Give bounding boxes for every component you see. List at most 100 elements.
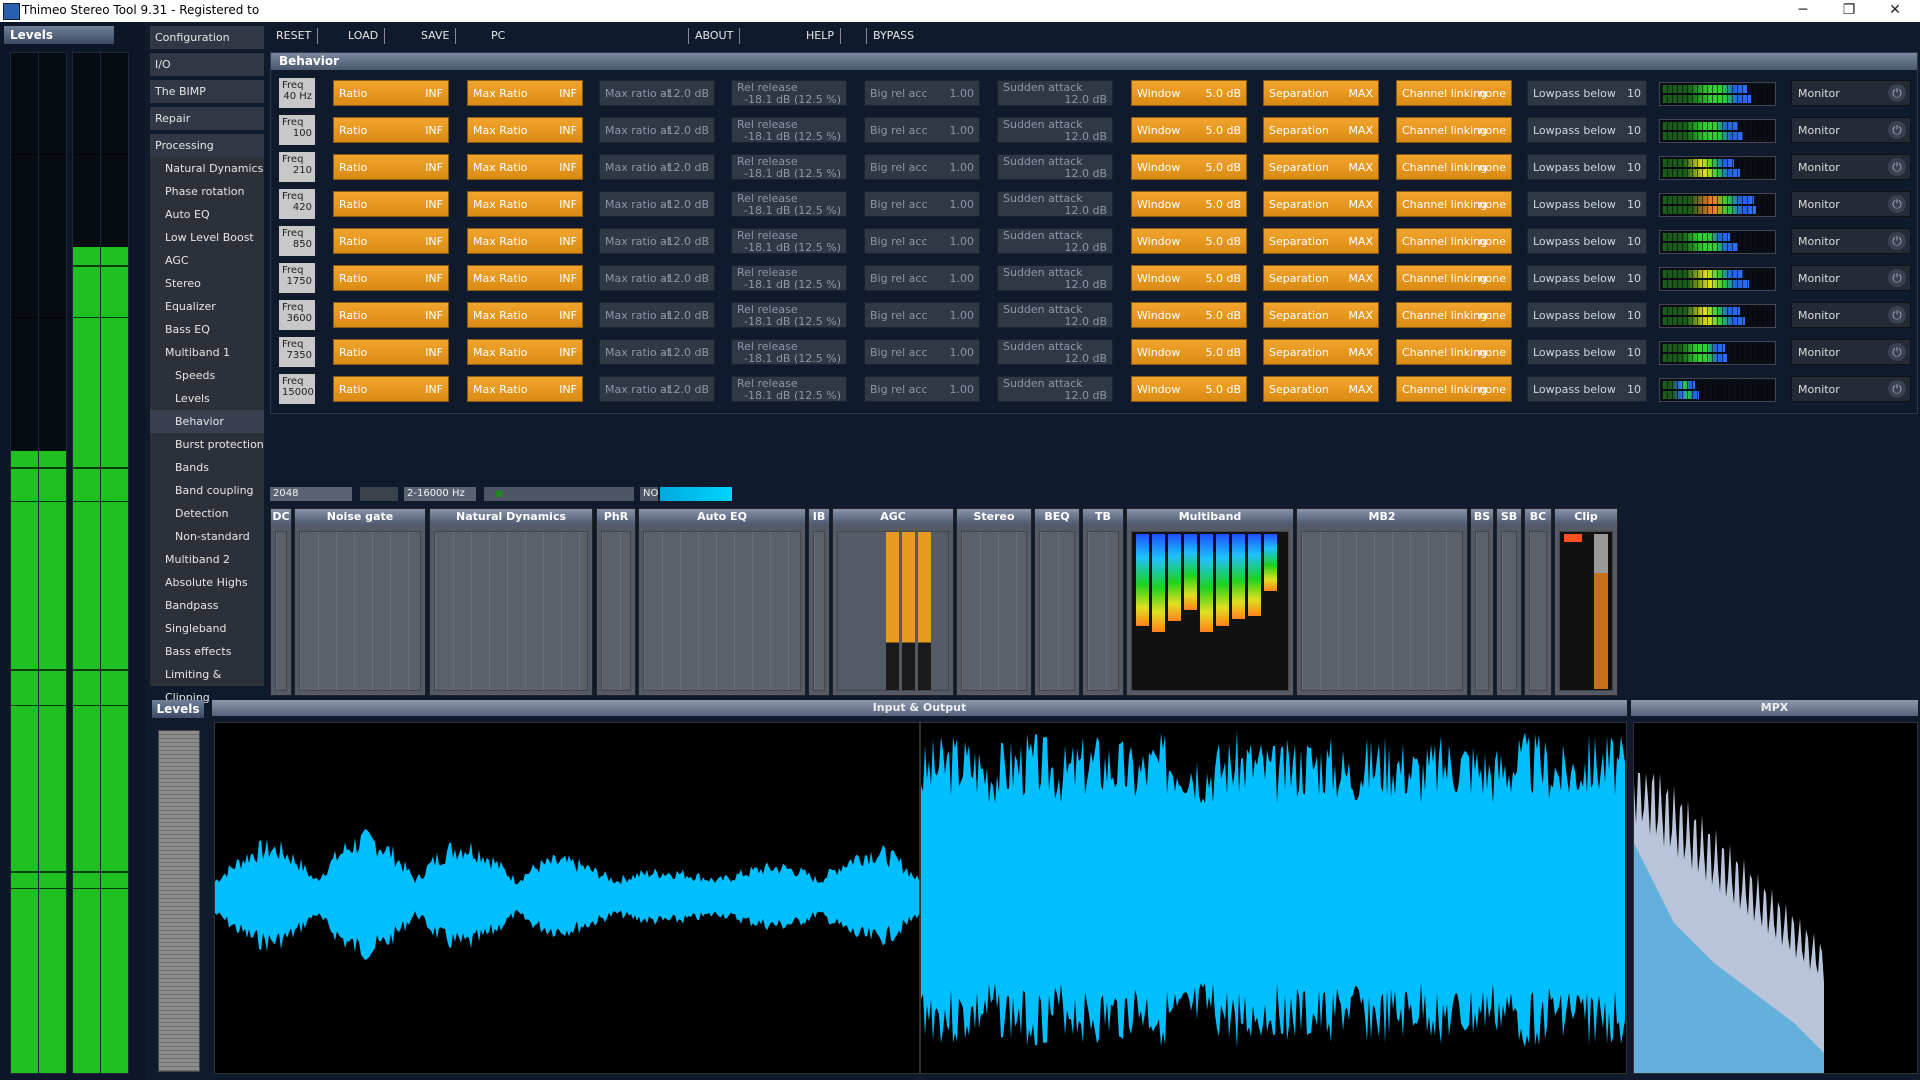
monitor-toggle[interactable]: Monitor ⏻ xyxy=(1791,339,1911,365)
separation-control[interactable]: Separation MAX xyxy=(1263,117,1379,143)
max-ratio-control[interactable]: Max Ratio INF xyxy=(467,80,583,106)
channel-linking-control[interactable]: Channel linking none xyxy=(1396,117,1512,143)
nav-item-bass-eq[interactable]: Bass EQ xyxy=(150,318,264,341)
nav-item-low-level-boost[interactable]: Low Level Boost xyxy=(150,226,264,249)
window-control[interactable]: Window 5.0 dB xyxy=(1131,80,1247,106)
power-icon[interactable]: ⏻ xyxy=(1888,121,1906,139)
nav-item-singleband[interactable]: Singleband xyxy=(150,617,264,640)
separation-control[interactable]: Separation MAX xyxy=(1263,80,1379,106)
max-ratio-control[interactable]: Max Ratio INF xyxy=(467,376,583,402)
max-ratio-at-control[interactable]: Max ratio at -12.0 dB xyxy=(599,117,715,143)
load-button[interactable]: LOAD xyxy=(342,28,386,44)
restore-button[interactable]: ❐ xyxy=(1826,0,1872,22)
reset-button[interactable]: RESET xyxy=(270,28,319,44)
lowpass-control[interactable]: Lowpass below 10 xyxy=(1527,154,1647,180)
nav-item-multiband-2[interactable]: Multiband 2 xyxy=(150,548,264,571)
module-tb[interactable]: TB xyxy=(1082,508,1124,696)
nav-item-non-standard[interactable]: Non-standard xyxy=(150,525,264,548)
big-rel-acc-control[interactable]: Big rel acc 1.00 xyxy=(864,80,980,106)
monitor-toggle[interactable]: Monitor ⏻ xyxy=(1791,228,1911,254)
module-dc[interactable]: DC xyxy=(270,508,292,696)
window-control[interactable]: Window 5.0 dB xyxy=(1131,117,1247,143)
lowpass-control[interactable]: Lowpass below 10 xyxy=(1527,80,1647,106)
monitor-toggle[interactable]: Monitor ⏻ xyxy=(1791,80,1911,106)
bypass-button[interactable]: BYPASS xyxy=(866,28,920,44)
big-rel-acc-control[interactable]: Big rel acc 1.00 xyxy=(864,191,980,217)
sudden-attack-control[interactable]: Sudden attack 12.0 dB xyxy=(997,191,1113,217)
max-ratio-control[interactable]: Max Ratio INF xyxy=(467,228,583,254)
channel-linking-control[interactable]: Channel linking none xyxy=(1396,154,1512,180)
lowpass-control[interactable]: Lowpass below 10 xyxy=(1527,302,1647,328)
power-icon[interactable]: ⏻ xyxy=(1888,380,1906,398)
close-button[interactable]: ✕ xyxy=(1872,0,1918,22)
nav-item-phase-rotation[interactable]: Phase rotation xyxy=(150,180,264,203)
separation-control[interactable]: Separation MAX xyxy=(1263,228,1379,254)
big-rel-acc-control[interactable]: Big rel acc 1.00 xyxy=(864,265,980,291)
sudden-attack-control[interactable]: Sudden attack 12.0 dB xyxy=(997,228,1113,254)
minimize-button[interactable]: ─ xyxy=(1780,0,1826,22)
ratio-control[interactable]: Ratio INF xyxy=(333,339,449,365)
window-control[interactable]: Window 5.0 dB xyxy=(1131,191,1247,217)
nav-item-levels[interactable]: Levels xyxy=(150,387,264,410)
lowpass-control[interactable]: Lowpass below 10 xyxy=(1527,191,1647,217)
sudden-attack-control[interactable]: Sudden attack 12.0 dB xyxy=(997,339,1113,365)
ratio-control[interactable]: Ratio INF xyxy=(333,302,449,328)
monitor-toggle[interactable]: Monitor ⏻ xyxy=(1791,376,1911,402)
ratio-control[interactable]: Ratio INF xyxy=(333,265,449,291)
rel-release-control[interactable]: Rel release -18.1 dB (12.5 %) xyxy=(731,339,847,365)
max-ratio-control[interactable]: Max Ratio INF xyxy=(467,191,583,217)
big-rel-acc-control[interactable]: Big rel acc 1.00 xyxy=(864,154,980,180)
big-rel-acc-control[interactable]: Big rel acc 1.00 xyxy=(864,339,980,365)
nav-item-behavior[interactable]: Behavior xyxy=(150,410,264,433)
max-ratio-control[interactable]: Max Ratio INF xyxy=(467,302,583,328)
nav-item-speeds[interactable]: Speeds xyxy=(150,364,264,387)
no-bar[interactable] xyxy=(660,487,732,501)
nav-item-bass-effects[interactable]: Bass effects xyxy=(150,640,264,663)
power-icon[interactable]: ⏻ xyxy=(1888,306,1906,324)
max-ratio-control[interactable]: Max Ratio INF xyxy=(467,154,583,180)
lowpass-control[interactable]: Lowpass below 10 xyxy=(1527,228,1647,254)
ratio-control[interactable]: Ratio INF xyxy=(333,191,449,217)
nav-item-detection[interactable]: Detection xyxy=(150,502,264,525)
sudden-attack-control[interactable]: Sudden attack 12.0 dB xyxy=(997,117,1113,143)
separation-control[interactable]: Separation MAX xyxy=(1263,154,1379,180)
max-ratio-at-control[interactable]: Max ratio at -12.0 dB xyxy=(599,302,715,328)
channel-linking-control[interactable]: Channel linking none xyxy=(1396,339,1512,365)
max-ratio-at-control[interactable]: Max ratio at -12.0 dB xyxy=(599,154,715,180)
channel-linking-control[interactable]: Channel linking none xyxy=(1396,376,1512,402)
module-clip[interactable]: Clip xyxy=(1554,508,1618,696)
max-ratio-control[interactable]: Max Ratio INF xyxy=(467,117,583,143)
big-rel-acc-control[interactable]: Big rel acc 1.00 xyxy=(864,302,980,328)
nav-item-auto-eq[interactable]: Auto EQ xyxy=(150,203,264,226)
power-icon[interactable]: ⏻ xyxy=(1888,343,1906,361)
module-bs[interactable]: BS xyxy=(1470,508,1494,696)
window-control[interactable]: Window 5.0 dB xyxy=(1131,265,1247,291)
rel-release-control[interactable]: Rel release -18.1 dB (12.5 %) xyxy=(731,228,847,254)
channel-linking-control[interactable]: Channel linking none xyxy=(1396,265,1512,291)
window-control[interactable]: Window 5.0 dB xyxy=(1131,154,1247,180)
module-sb[interactable]: SB xyxy=(1496,508,1522,696)
max-ratio-at-control[interactable]: Max ratio at -12.0 dB xyxy=(599,339,715,365)
window-control[interactable]: Window 5.0 dB xyxy=(1131,339,1247,365)
nav-item-natural-dynamics[interactable]: Natural Dynamics xyxy=(150,157,264,180)
nav-item-i-o[interactable]: I/O xyxy=(150,53,264,76)
max-ratio-at-control[interactable]: Max ratio at -12.0 dB xyxy=(599,265,715,291)
help-button[interactable]: HELP xyxy=(800,28,841,44)
monitor-toggle[interactable]: Monitor ⏻ xyxy=(1791,154,1911,180)
rel-release-control[interactable]: Rel release -18.1 dB (12.5 %) xyxy=(731,191,847,217)
module-phr[interactable]: PhR xyxy=(596,508,636,696)
max-ratio-at-control[interactable]: Max ratio at -12.0 dB xyxy=(599,376,715,402)
nav-item-limiting-clipping[interactable]: Limiting & Clipping xyxy=(150,663,264,704)
module-bc[interactable]: BC xyxy=(1524,508,1552,696)
monitor-toggle[interactable]: Monitor ⏻ xyxy=(1791,302,1911,328)
sudden-attack-control[interactable]: Sudden attack 12.0 dB xyxy=(997,302,1113,328)
rel-release-control[interactable]: Rel release -18.1 dB (12.5 %) xyxy=(731,302,847,328)
nav-item-band-coupling[interactable]: Band coupling xyxy=(150,479,264,502)
module-mb2[interactable]: MB2 xyxy=(1296,508,1468,696)
channel-linking-control[interactable]: Channel linking none xyxy=(1396,80,1512,106)
module-agc[interactable]: AGC xyxy=(832,508,954,696)
status-slider[interactable] xyxy=(484,487,634,501)
ratio-control[interactable]: Ratio INF xyxy=(333,117,449,143)
window-control[interactable]: Window 5.0 dB xyxy=(1131,376,1247,402)
fft-size[interactable]: 2048 xyxy=(270,487,352,501)
